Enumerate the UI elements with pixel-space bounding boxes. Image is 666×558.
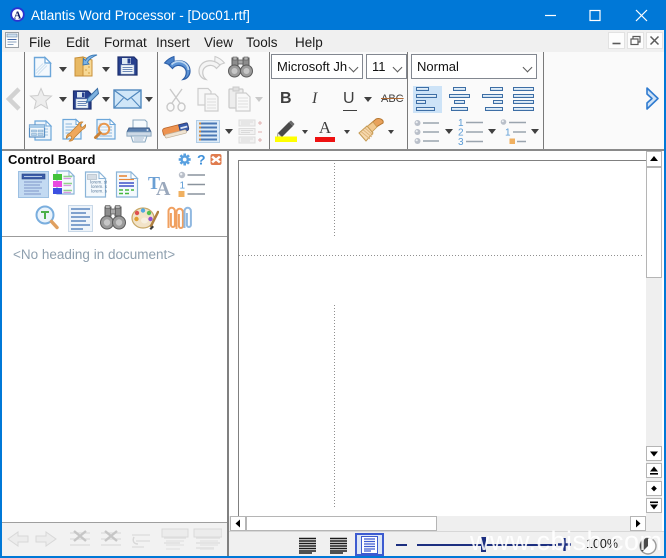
svg-text:A: A [14,10,22,21]
svg-text:A: A [156,178,171,197]
svg-text:1: 1 [505,128,511,139]
svg-text:1: 1 [180,181,186,192]
svg-text:lorem. st.: lorem. st. [91,189,107,194]
svg-text:?: ? [197,153,206,166]
svg-text:3: 3 [458,137,464,145]
